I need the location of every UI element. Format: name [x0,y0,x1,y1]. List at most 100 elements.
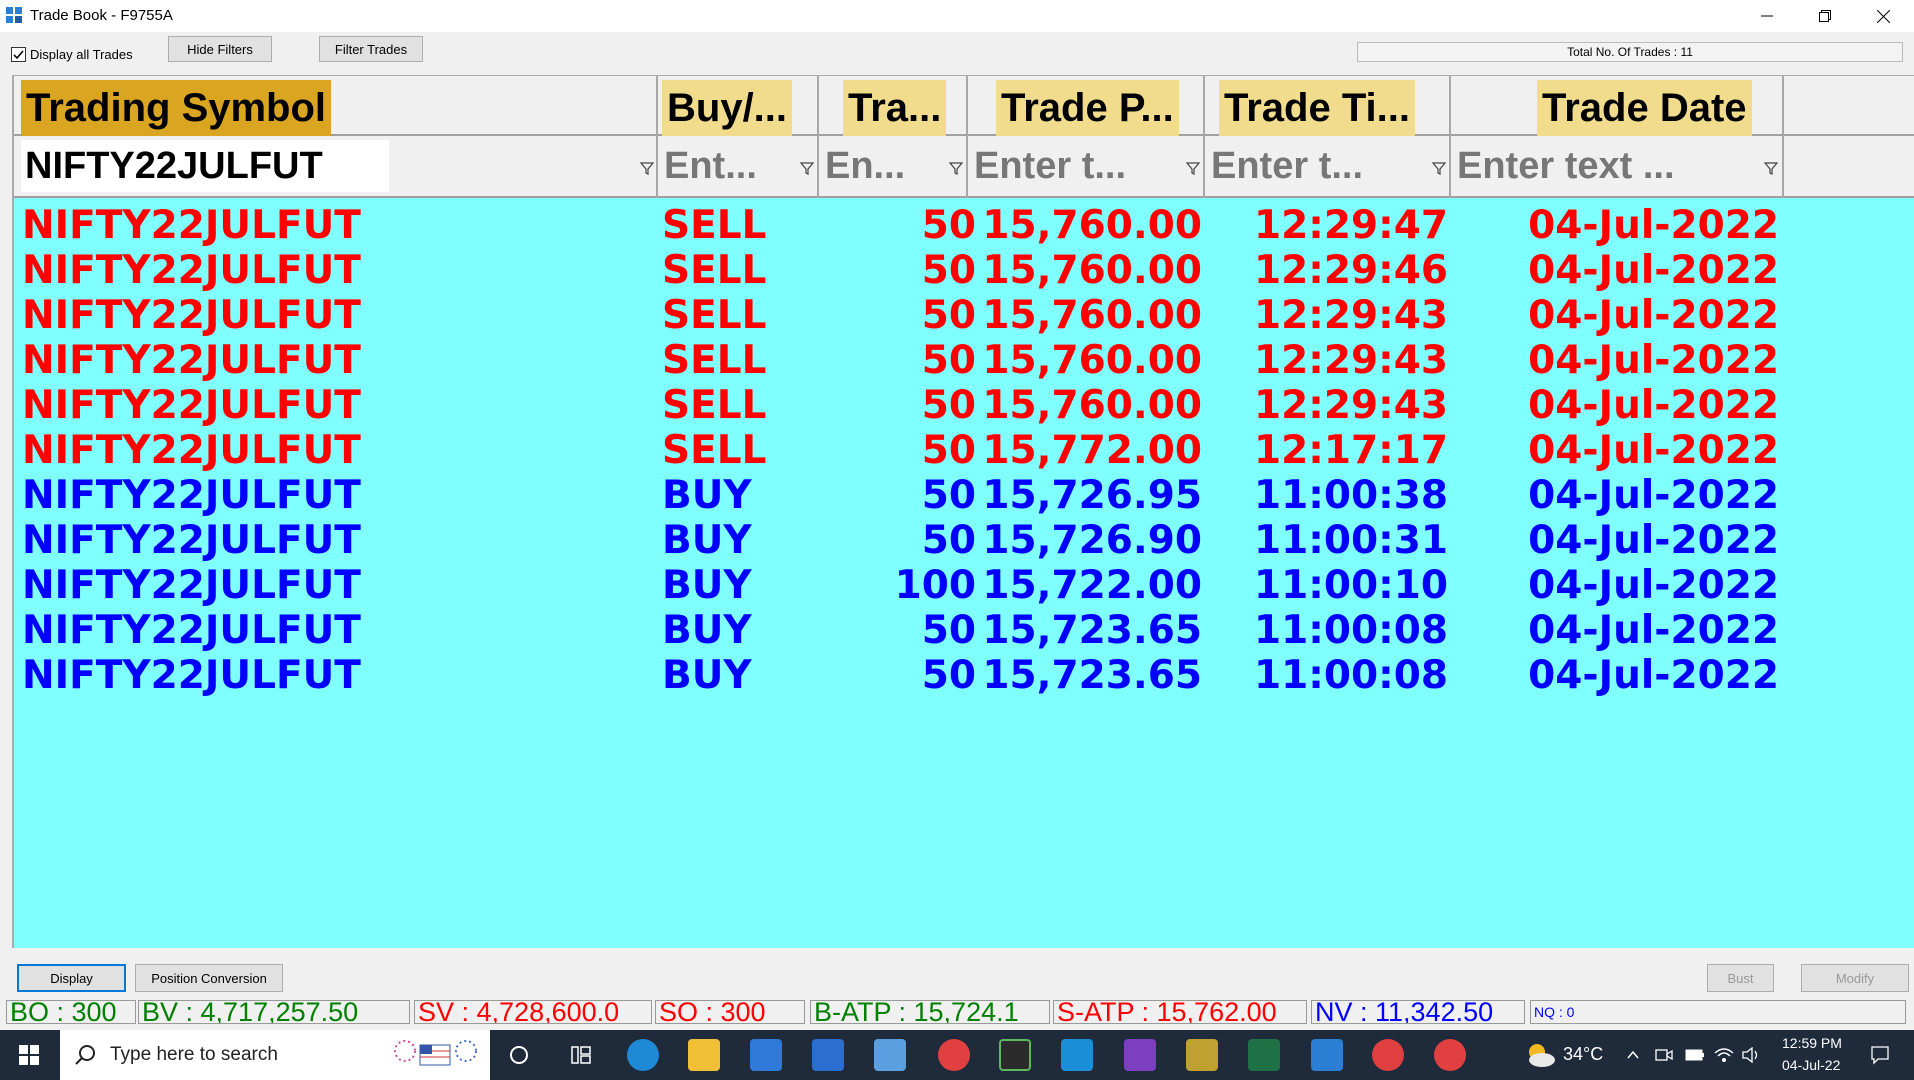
meet-now-icon[interactable] [1655,1047,1673,1063]
temperature-text[interactable]: 34°C [1563,1044,1603,1065]
column-divider[interactable] [817,76,819,198]
table-row[interactable]: NIFTY22JULFUT BUY 50 15,726.90 11:00:31 04-Ju… [14,518,1914,563]
winrar-icon[interactable] [1186,1039,1218,1071]
chrome-profile-b-icon[interactable] [1434,1039,1466,1071]
side-cell: BUY [662,518,752,563]
battery-icon[interactable] [1685,1049,1705,1061]
side-cell: SELL [662,293,767,338]
filter-icon[interactable] [640,161,654,175]
hide-filters-button[interactable]: Hide Filters [168,36,272,62]
chrome-profile-icon[interactable] [1372,1039,1404,1071]
checkmark-icon [13,50,24,60]
file-explorer-icon[interactable] [688,1039,720,1071]
time-cell: 12:29:43 [1253,383,1448,428]
table-row[interactable]: NIFTY22JULFUT SELL 50 15,760.00 12:29:47 04-J… [14,203,1914,248]
buysell-filter-input[interactable]: Ent... [660,140,795,192]
filter-icon[interactable] [1186,161,1200,175]
remote-desktop-icon[interactable] [874,1039,906,1071]
time-cell: 11:00:10 [1253,563,1448,608]
table-row[interactable]: NIFTY22JULFUT SELL 50 15,760.00 12:29:43 04-J… [14,383,1914,428]
symbol-cell: NIFTY22JULFUT [22,248,361,293]
chevron-up-icon[interactable] [1626,1048,1640,1062]
table-row[interactable]: NIFTY22JULFUT SELL 50 15,760.00 12:29:46 04-J… [14,248,1914,293]
side-cell: SELL [662,383,767,428]
task-view-icon[interactable] [570,1044,592,1066]
chrome-icon[interactable] [938,1039,970,1071]
qty-filter-input[interactable]: En... [821,140,941,192]
header-trade-price[interactable]: Trade P... [996,80,1179,136]
filter-icon[interactable] [800,161,814,175]
status-s-atp: S-ATP : 15,762.00 [1053,1000,1307,1024]
minimize-icon [1761,15,1773,17]
filter-icon[interactable] [1764,161,1778,175]
table-row[interactable]: NIFTY22JULFUT SELL 50 15,772.00 12:17:17 04-J… [14,428,1914,473]
mail-icon[interactable] [812,1039,844,1071]
header-trade-time[interactable]: Trade Ti... [1219,80,1415,136]
store-icon[interactable] [750,1039,782,1071]
trade-grid[interactable]: Trading Symbol Buy/... Tra... Trade P...… [12,75,1914,948]
excel-icon[interactable] [1248,1039,1280,1071]
cortana-icon[interactable] [508,1044,530,1066]
symbol-filter-input[interactable]: NIFTY22JULFUT [21,140,389,192]
restore-button[interactable] [1796,0,1854,32]
symbol-cell: NIFTY22JULFUT [22,338,361,383]
display-all-trades-checkbox[interactable] [11,47,26,62]
edge-icon[interactable] [627,1039,659,1071]
title-bar: Trade Book - F9755A [0,0,1914,32]
header-trading-symbol[interactable]: Trading Symbol [21,80,332,136]
taskbar-search-box[interactable]: Type here to search [60,1030,490,1080]
table-row[interactable]: NIFTY22JULFUT BUY 100 15,722.00 11:00:10 04-J… [14,563,1914,608]
price-filter-input[interactable]: Enter t... [970,140,1180,192]
qty-cell: 50 [921,608,976,653]
table-row[interactable]: NIFTY22JULFUT SELL 50 15,760.00 12:29:43 04-J… [14,338,1914,383]
bust-button[interactable]: Bust [1707,964,1774,992]
side-cell: SELL [662,338,767,383]
header-trade-date[interactable]: Trade Date [1537,80,1752,136]
table-row[interactable]: NIFTY22JULFUT BUY 50 15,723.65 11:00:08 04-Ju… [14,608,1914,653]
minimize-button[interactable] [1738,0,1796,32]
header-buy-sell[interactable]: Buy/... [662,80,793,136]
filter-icon[interactable] [949,161,963,175]
notifications-icon[interactable] [1870,1045,1890,1065]
wifi-icon[interactable] [1714,1047,1734,1063]
weather-icon[interactable] [1523,1042,1557,1068]
window-app-icon[interactable] [1311,1039,1343,1071]
resize-app-icon[interactable] [1061,1039,1093,1071]
price-cell: 15,723.65 [982,653,1202,698]
column-divider[interactable] [1203,76,1205,198]
side-cell: BUY [662,653,752,698]
modify-button[interactable]: Modify [1801,964,1909,992]
table-row[interactable]: NIFTY22JULFUT SELL 50 15,760.00 12:29:43 04-J… [14,293,1914,338]
close-button[interactable] [1854,0,1912,32]
column-divider[interactable] [1449,76,1451,198]
symbol-cell: NIFTY22JULFUT [22,293,361,338]
symbol-cell: NIFTY22JULFUT [22,383,361,428]
start-button[interactable] [0,1030,58,1080]
volume-icon[interactable] [1742,1047,1762,1063]
taskbar: Type here to search 34°C 12:59 PM 04-Jul… [0,1030,1914,1080]
display-button[interactable]: Display [17,964,126,992]
header-trade-qty[interactable]: Tra... [843,80,947,136]
column-divider[interactable] [1782,76,1784,198]
clock-time[interactable]: 12:59 PM [1782,1035,1842,1051]
delta-app-icon[interactable] [1124,1039,1156,1071]
clock-date[interactable]: 04-Jul-22 [1782,1057,1840,1073]
filter-icon[interactable] [1432,161,1446,175]
date-filter-input[interactable]: Enter text ... [1453,140,1763,192]
date-cell: 04-Jul-2022 [1528,518,1779,563]
table-row[interactable]: NIFTY22JULFUT BUY 50 15,726.95 11:00:38 04-Ju… [14,473,1914,518]
trading-app-icon[interactable] [999,1039,1031,1071]
position-conversion-button[interactable]: Position Conversion [135,964,283,992]
filter-trades-button[interactable]: Filter Trades [319,36,423,62]
column-divider[interactable] [656,76,658,198]
time-filter-input[interactable]: Enter t... [1207,140,1427,192]
column-divider[interactable] [966,76,968,198]
date-cell: 04-Jul-2022 [1528,338,1779,383]
symbol-cell: NIFTY22JULFUT [22,563,361,608]
qty-cell: 50 [921,518,976,563]
table-row[interactable]: NIFTY22JULFUT BUY 50 15,723.65 11:00:08 04-Ju… [14,653,1914,698]
time-cell: 12:17:17 [1253,428,1448,473]
status-nq: NQ : 0 [1530,1000,1906,1024]
app-icon [6,7,22,23]
time-cell: 12:29:46 [1253,248,1448,293]
